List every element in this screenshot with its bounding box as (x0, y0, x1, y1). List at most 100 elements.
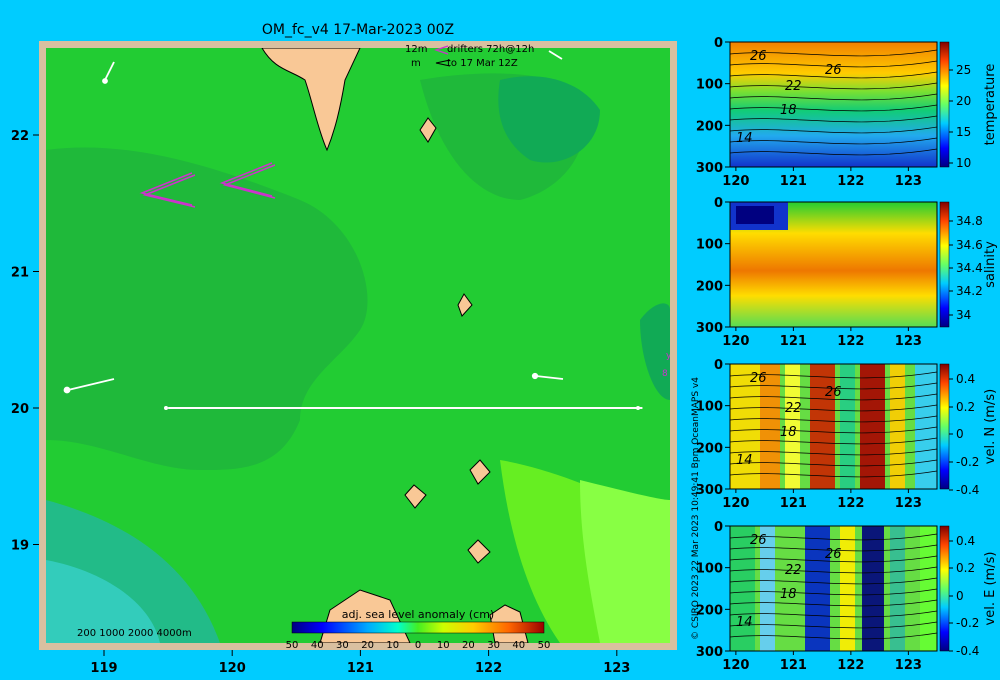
panel-x-tick-label: 121 (780, 174, 807, 189)
panel-colorbar-tick-label: 34 (956, 308, 971, 322)
panel-colorbar-tick-label: 34.8 (956, 214, 983, 228)
contour-label: 26 (825, 385, 842, 400)
contour-label: 22 (785, 401, 802, 416)
section-panels: 26262218140100200300120 121 122 12325201510… (696, 36, 998, 673)
svg-text:drifters 72h@12h: drifters 72h@12h (447, 44, 534, 55)
panel-y-tick-label: 0 (714, 520, 723, 535)
credit-text: © CSIRO 2023 22 Mar 2023 10:49:41 Bpm Oc… (691, 377, 701, 640)
panel-x-tick-label: 120 (722, 496, 749, 511)
panel-ylabel: temperature (983, 64, 998, 146)
panel-ylabel: salinity (983, 241, 998, 288)
map-y-axis: 22 21 20 19 (11, 129, 39, 554)
panel-x-tick-label: 121 (780, 658, 807, 673)
colorbar-tick-label: 40 (311, 640, 324, 651)
contour-label: 14 (736, 615, 753, 630)
panel-x-tick-label: 120 (722, 658, 749, 673)
panel-y-tick-label: 0 (714, 358, 723, 373)
panel-x-tick-label: 123 (895, 658, 922, 673)
panel-colorbar (939, 525, 950, 652)
colorbar-tick-label: 40 (512, 640, 525, 651)
panel-x-tick-label: 123 (895, 496, 922, 511)
panel-colorbar-tick-label: 20 (956, 94, 971, 108)
contour-label: 26 (750, 49, 767, 64)
panel-colorbar-tick-label: 0.2 (956, 561, 975, 575)
contour-label: 22 (785, 79, 802, 94)
panel-y-tick-label: 0 (714, 36, 723, 51)
panel-colorbar-tick-label: 34.2 (956, 284, 983, 298)
section-panel-temperature: 26 26 22 18 14 0 100 200 300120 121 122 123 25 20 15 10… (696, 36, 998, 189)
panel-y-tick-label: 200 (696, 279, 723, 294)
panel-x-tick-label: 121 (780, 334, 807, 349)
panel-y-tick-label: 300 (696, 161, 723, 176)
figure-title: OM_fc_v4 17-Mar-2023 00Z (262, 22, 454, 38)
panel-x-tick-label: 122 (837, 334, 864, 349)
colorbar-tick-label: 30 (487, 640, 500, 651)
map-x-tick-label: 119 (90, 661, 117, 676)
colorbar-tick-label: 50 (538, 640, 551, 651)
depth-legend: 200 1000 2000 4000m (77, 628, 192, 639)
panel-y-tick-label: 300 (696, 321, 723, 336)
svg-text:m: m (411, 58, 421, 69)
panel-y-tick-label: 100 (696, 78, 723, 93)
panel-ylabel: vel. E (m/s) (983, 552, 998, 626)
map-y-tick-label: 22 (11, 129, 29, 144)
colorbar-tick-label: 50 (286, 640, 299, 651)
panel-colorbar-tick-label: 15 (956, 125, 971, 139)
map-y-tick-label: 19 (11, 539, 29, 554)
panel-y-tick-label: 100 (696, 238, 723, 253)
panel-colorbar-tick-label: 25 (956, 63, 971, 77)
panel-x-tick-label: 121 (780, 496, 807, 511)
panel-colorbar-tick-label: 0.2 (956, 400, 975, 414)
map-x-tick-label: 121 (347, 661, 374, 676)
panel-colorbar (939, 363, 950, 490)
contour-label: 18 (780, 587, 797, 602)
panel-y-tick-label: 0 (714, 196, 723, 211)
section-panel-vel-n: 26262218140100200300120 121 122 1230.40.20-… (696, 358, 998, 511)
panel-colorbar-tick-label: 34.4 (956, 261, 983, 275)
map-x-axis: 119 120 121 122 123 (90, 650, 630, 676)
colorbar-tick-label: 20 (361, 640, 374, 651)
panel-x-tick-label: 120 (722, 174, 749, 189)
contour-label: 18 (780, 103, 797, 118)
svg-text:12m: 12m (405, 44, 427, 55)
section-panel-vel-e: 26262218140100200300120 121 122 1230.40.20-… (696, 520, 998, 673)
svg-text:to 17 Mar 12Z: to 17 Mar 12Z (447, 58, 518, 69)
panel-colorbar (939, 201, 950, 328)
contour-label: 26 (825, 63, 842, 78)
panel-colorbar-tick-label: -0.4 (956, 483, 979, 497)
panel-colorbar-tick-label: -0.2 (956, 455, 979, 469)
colorbar-ramp (291, 621, 545, 634)
panel-x-tick-label: 122 (837, 496, 864, 511)
colorbar-tick-label: 10 (386, 640, 399, 651)
panel-colorbar-tick-label: 0.4 (956, 372, 975, 386)
panel-colorbar-tick-label: 0 (956, 589, 964, 603)
panel-colorbar-tick-label: -0.4 (956, 644, 979, 658)
contour-label: 14 (736, 453, 753, 468)
contour-label: 14 (736, 131, 753, 146)
map-y-tick-label: 20 (11, 402, 29, 417)
panel-x-tick-label: 122 (837, 658, 864, 673)
colorbar-tick-label: 0 (415, 640, 421, 651)
panel-x-tick-label: 123 (895, 174, 922, 189)
colorbar-tick-label: 10 (437, 640, 450, 651)
map-x-tick-label: 122 (475, 661, 502, 676)
sea-level-map: y 8 4 (39, 41, 677, 650)
contour-label: 22 (785, 563, 802, 578)
panel-x-tick-label: 122 (837, 174, 864, 189)
ocean-forecast-figure: OM_fc_v4 17-Mar-2023 00Z y 8 4 12m drift… (11, 22, 998, 676)
colorbar-title: adj. sea level anomaly (cm) (342, 608, 494, 621)
colorbar-tick-label: 20 (462, 640, 475, 651)
panel-x-tick-label: 120 (722, 334, 749, 349)
panel-colorbar-tick-label: 34.6 (956, 238, 983, 252)
colorbar-tick-label: 30 (336, 640, 349, 651)
panel-ylabel: vel. N (m/s) (983, 389, 998, 464)
map-x-tick-label: 123 (603, 661, 630, 676)
panel-colorbar (939, 41, 950, 168)
section-panel-salinity: 0 100 200 300120 121 122 123 34.8 34.6 34.4 34.2 34… (696, 196, 998, 349)
contour-label: 26 (750, 371, 767, 386)
contour-label: 18 (780, 425, 797, 440)
map-x-tick-label: 120 (219, 661, 246, 676)
contour-label: 26 (825, 547, 842, 562)
panel-x-tick-label: 123 (895, 334, 922, 349)
panel-colorbar-tick-label: -0.2 (956, 616, 979, 630)
